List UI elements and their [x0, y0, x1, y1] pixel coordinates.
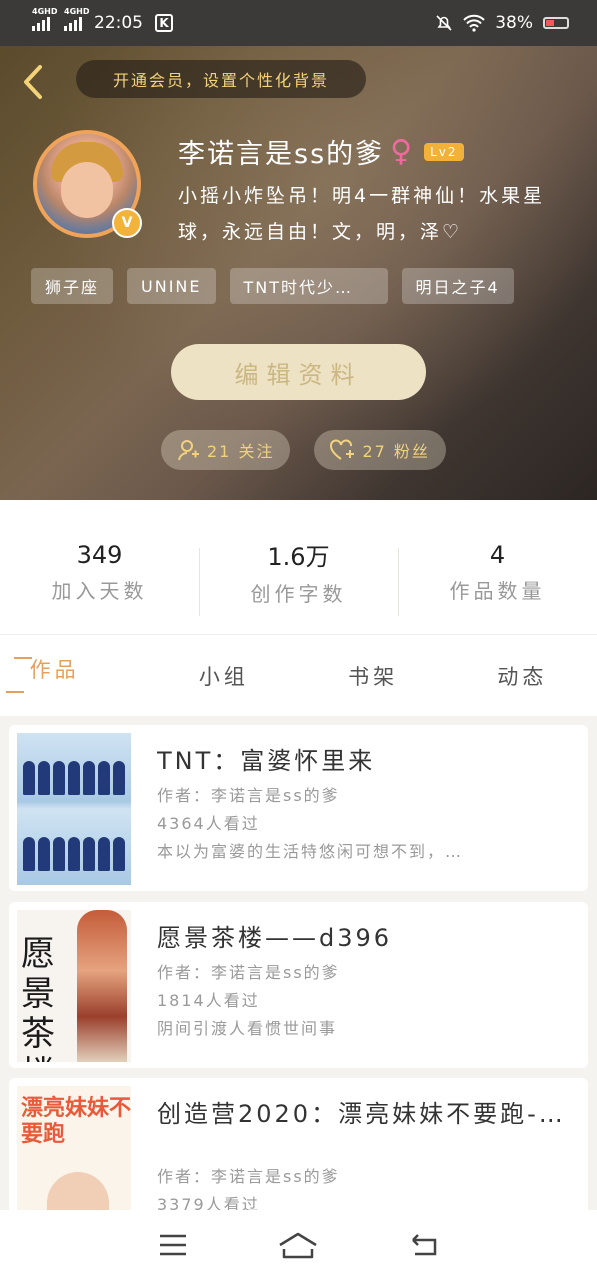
work-card[interactable]: 漂亮妹妹不要跑 创造营2020：漂亮妹妹不要跑-d… 作者：李诺言是ss的爹 3…: [9, 1078, 588, 1210]
work-title: TNT：富婆怀里来: [157, 747, 376, 775]
work-author: 作者：李诺言是ss的爹: [157, 1167, 340, 1186]
tag[interactable]: 明日之子4: [401, 268, 514, 304]
work-title: 创造营2020：漂亮妹妹不要跑-d…: [157, 1100, 578, 1128]
stat-value: 1.6万: [267, 543, 330, 571]
back-arrow-icon: [24, 65, 42, 99]
wifi-icon: [463, 14, 485, 32]
profile-screen: 4GHD 4GHD 22:05 K 38% 开通会员，设置个性化背景 V 李诺言…: [0, 0, 597, 1280]
followers-label: 27 粉丝: [362, 442, 430, 461]
username: 李诺言是ss的爹: [178, 139, 385, 170]
tag[interactable]: UNINE: [127, 268, 216, 304]
work-author: 作者：李诺言是ss的爹: [157, 963, 340, 982]
level-badge: Lv2: [424, 142, 464, 161]
stat-label: 作品数量: [449, 578, 546, 603]
work-author: 作者：李诺言是ss的爹: [157, 786, 340, 805]
battery-icon: [543, 17, 569, 29]
works-list: TNT：富婆怀里来 作者：李诺言是ss的爹 4364人看过 本以为富婆的生活特悠…: [0, 716, 597, 1210]
cover-title: 愿景茶楼: [21, 934, 55, 1062]
home-icon: [279, 1232, 318, 1259]
stat-value: 349: [76, 540, 123, 569]
cover-title: 漂亮妹妹不要跑: [21, 1096, 131, 1147]
bio: 小摇小炸坠吊！明4一群神仙！水果星球，永远自由！文，明，泽♡: [178, 185, 546, 243]
back-button[interactable]: [18, 62, 48, 102]
following-label: 21 关注: [207, 442, 275, 461]
work-summary: 阴间引渡人看惯世间事: [157, 1019, 338, 1038]
work-card[interactable]: 愿景茶楼 愿景茶楼——d396 作者：李诺言是ss的爹 1814人看过 阴间引渡…: [9, 902, 588, 1068]
work-summary: 本以为富婆的生活特悠闲可想不到，…: [157, 842, 464, 861]
tab-bookshelf[interactable]: 书架: [299, 635, 448, 716]
edit-profile-button[interactable]: 编辑资料: [171, 344, 426, 400]
username-row: 李诺言是ss的爹 ♀ Lv2: [178, 132, 464, 171]
work-title: 愿景茶楼——d396: [157, 924, 393, 952]
stat-join-days: 349 加入天数: [0, 500, 199, 634]
tab-groups[interactable]: 小组: [149, 635, 298, 716]
tag[interactable]: 狮子座: [31, 268, 114, 304]
tag[interactable]: TNT时代少…: [229, 268, 388, 304]
followers-button[interactable]: 27 粉丝: [314, 430, 446, 470]
mute-bell-icon: [436, 15, 452, 31]
signal-icon-2: 4GHD: [64, 7, 89, 31]
menu-button[interactable]: [153, 1225, 193, 1265]
book-cover: 愿景茶楼: [17, 910, 131, 1062]
tab-label: 作品: [29, 657, 80, 682]
back-nav-button[interactable]: [404, 1225, 444, 1265]
book-cover: 漂亮妹妹不要跑: [17, 1086, 131, 1210]
tab-label: 书架: [348, 664, 399, 689]
menu-icon: [159, 1234, 186, 1256]
work-views: 1814人看过: [157, 991, 260, 1010]
signal-icon: 4GHD: [32, 7, 57, 31]
work-card[interactable]: TNT：富婆怀里来 作者：李诺言是ss的爹 4364人看过 本以为富婆的生活特悠…: [9, 725, 588, 891]
stats-row: 349 加入天数 1.6万 创作字数 4 作品数量: [0, 500, 597, 634]
verified-badge: V: [112, 208, 142, 238]
stat-label: 创作字数: [250, 582, 347, 606]
system-nav-bar: [0, 1210, 597, 1280]
clock: 22:05: [94, 13, 143, 33]
stat-value: 4: [489, 540, 506, 569]
follow-stats: 21 关注 27 粉丝: [161, 430, 446, 470]
battery-percent: 38%: [495, 13, 533, 33]
vip-background-prompt[interactable]: 开通会员，设置个性化背景: [76, 60, 366, 98]
return-icon: [412, 1234, 437, 1256]
tab-works[interactable]: 作品: [0, 635, 149, 716]
heart-plus-icon: [330, 439, 355, 460]
stat-works-count: 4 作品数量: [398, 500, 597, 634]
stat-label: 加入天数: [51, 578, 148, 603]
female-icon: ♀: [390, 134, 415, 169]
tag-list: 狮子座 UNINE TNT时代少… 明日之子4: [31, 268, 514, 304]
app-notification-icon: K: [155, 14, 173, 32]
status-bar: 4GHD 4GHD 22:05 K 38%: [0, 0, 597, 46]
user-plus-icon: [178, 440, 199, 461]
tab-label: 动态: [497, 664, 548, 689]
home-button[interactable]: [278, 1225, 318, 1265]
work-views: 4364人看过: [157, 814, 260, 833]
profile-header: 开通会员，设置个性化背景 V 李诺言是ss的爹 ♀ Lv2 小摇小炸坠吊！明4一…: [0, 46, 597, 500]
work-views: 3379人看过: [157, 1195, 260, 1210]
stat-word-count: 1.6万 创作字数: [199, 500, 398, 634]
tab-activity[interactable]: 动态: [448, 635, 597, 716]
following-button[interactable]: 21 关注: [161, 430, 291, 470]
tab-label: 小组: [198, 664, 249, 689]
content-tabs: 作品 小组 书架 动态: [0, 634, 597, 716]
book-cover: [17, 733, 131, 885]
